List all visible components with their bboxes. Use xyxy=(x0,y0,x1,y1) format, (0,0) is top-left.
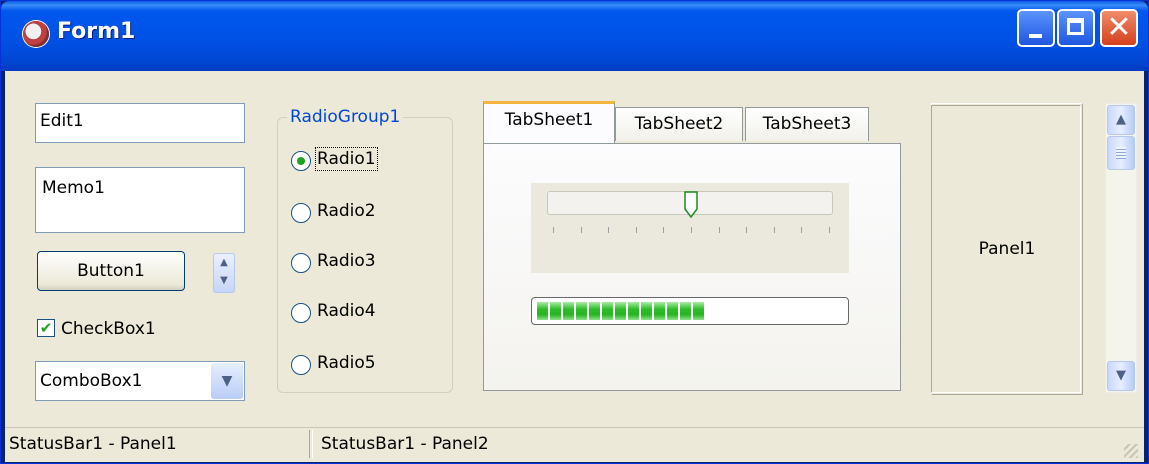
checkbox[interactable]: ✔ xyxy=(37,319,55,337)
radio-selected-dot xyxy=(297,157,305,165)
form-client-area: Edit1 Memo1 Button1 ▲ ▼ ✔ CheckBox1 Comb… xyxy=(5,71,1144,427)
scroll-up-icon[interactable]: ▲ xyxy=(1107,105,1135,135)
progress-bar xyxy=(531,297,849,325)
resize-grip-icon[interactable] xyxy=(1124,444,1138,458)
combobox-value: ComboBox1 xyxy=(40,371,143,391)
close-icon: ✕ xyxy=(1106,10,1132,45)
status-panel-1: StatusBar1 - Panel1 xyxy=(9,434,177,454)
spin-down-icon[interactable]: ▼ xyxy=(214,272,234,290)
radio-button-5[interactable] xyxy=(291,355,311,375)
chevron-down-icon[interactable]: ▼ xyxy=(211,363,243,399)
status-panel-2: StatusBar1 - Panel2 xyxy=(321,434,489,454)
edit-field[interactable]: Edit1 xyxy=(35,103,245,143)
tab-tabsheet2[interactable]: TabSheet2 xyxy=(615,107,743,141)
trackbar-tick xyxy=(663,227,665,233)
progress-segment xyxy=(563,302,574,320)
trackbar-tick xyxy=(553,227,554,233)
radio-button-3[interactable] xyxy=(291,253,311,273)
trackbar-tick xyxy=(801,227,803,233)
window-title: Form1 xyxy=(57,19,136,44)
app-icon[interactable] xyxy=(23,21,49,47)
radio-group-caption: RadioGroup1 xyxy=(287,107,404,127)
progress-segment xyxy=(693,302,704,320)
progress-segment xyxy=(654,302,665,320)
memo-field[interactable]: Memo1 xyxy=(35,167,245,233)
radio-label-3[interactable]: Radio3 xyxy=(317,251,376,271)
radio-button-2[interactable] xyxy=(291,203,311,223)
button1[interactable]: Button1 xyxy=(37,251,185,291)
panel1-caption: Panel1 xyxy=(978,239,1036,259)
scroll-down-icon[interactable]: ▼ xyxy=(1107,361,1135,391)
trackbar-tick xyxy=(746,227,748,233)
progress-segment xyxy=(602,302,613,320)
minimize-icon xyxy=(1029,34,1042,38)
vertical-scrollbar[interactable]: ▲ ▼ xyxy=(1105,103,1137,393)
trackbar-thumb[interactable] xyxy=(684,191,698,219)
combobox[interactable]: ComboBox1 ▼ xyxy=(35,361,245,401)
form-window: Form1 ✕ Edit1 Memo1 Button1 ▲ ▼ ✔ CheckB… xyxy=(0,0,1149,464)
trackbar[interactable] xyxy=(531,183,849,273)
minimize-button[interactable] xyxy=(1017,9,1055,47)
spin-up-icon[interactable]: ▲ xyxy=(214,254,234,272)
trackbar-tick xyxy=(718,227,720,233)
scroll-thumb[interactable] xyxy=(1107,136,1135,170)
tab-tabsheet3[interactable]: TabSheet3 xyxy=(745,107,869,141)
radio-button-4[interactable] xyxy=(291,303,311,323)
progress-segment xyxy=(537,302,548,320)
maximize-icon xyxy=(1067,18,1084,35)
radio-label-1[interactable]: Radio1 xyxy=(315,147,378,171)
radio-label-2[interactable]: Radio2 xyxy=(317,201,376,221)
close-button[interactable]: ✕ xyxy=(1100,9,1138,47)
checkbox-label[interactable]: CheckBox1 xyxy=(61,319,156,339)
trackbar-tick xyxy=(773,227,775,233)
maximize-button[interactable] xyxy=(1057,9,1095,47)
trackbar-tick xyxy=(580,227,582,233)
trackbar-tick xyxy=(829,227,830,233)
trackbar-tick xyxy=(635,227,637,233)
radio-label-4[interactable]: Radio4 xyxy=(317,301,376,321)
radio-label-5[interactable]: Radio5 xyxy=(317,353,376,373)
progress-segment xyxy=(576,302,587,320)
grip-icon xyxy=(1116,147,1126,159)
trackbar-tick xyxy=(608,227,610,233)
radio-button-1[interactable] xyxy=(291,151,311,171)
progress-segment xyxy=(680,302,691,320)
title-bar[interactable]: Form1 ✕ xyxy=(1,1,1148,71)
trackbar-tick xyxy=(691,227,692,233)
progress-segment xyxy=(641,302,652,320)
status-bar: StatusBar1 - Panel1 StatusBar1 - Panel2 xyxy=(5,427,1144,462)
progress-segment xyxy=(628,302,639,320)
updown-spinner[interactable]: ▲ ▼ xyxy=(213,253,235,293)
progress-segment xyxy=(615,302,626,320)
status-separator xyxy=(309,430,313,458)
progress-segment xyxy=(550,302,561,320)
progress-segment xyxy=(667,302,678,320)
tab-tabsheet1[interactable]: TabSheet1 xyxy=(483,101,615,143)
progress-segment xyxy=(589,302,600,320)
check-mark-icon: ✔ xyxy=(39,319,53,337)
